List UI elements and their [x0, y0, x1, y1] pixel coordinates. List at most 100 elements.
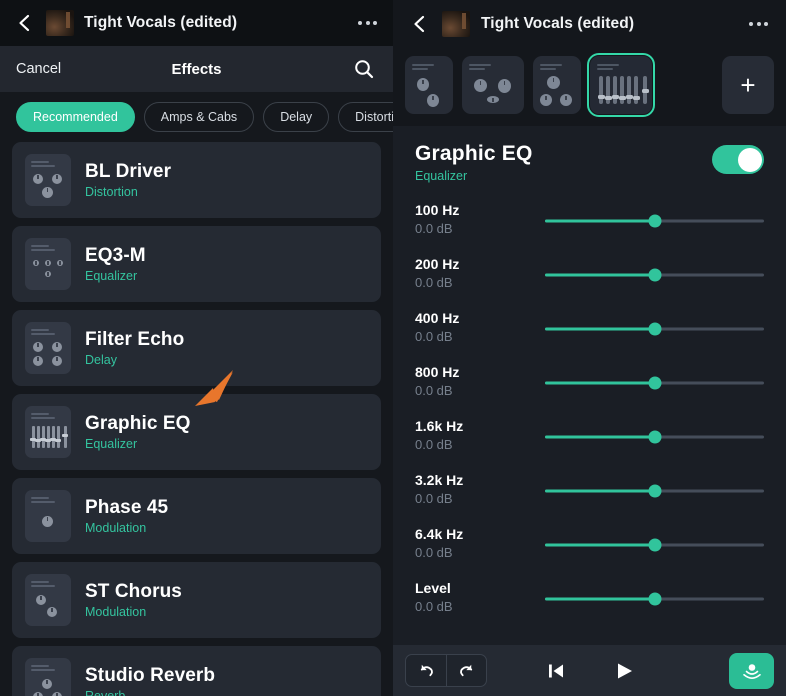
effect-header: Graphic EQ Equalizer	[415, 142, 764, 183]
add-effect-button[interactable]: +	[722, 56, 774, 114]
param-label: 3.2k Hz	[415, 472, 464, 488]
list-item[interactable]: BL Driver Distortion	[12, 142, 381, 218]
effect-category: Equalizer	[415, 169, 468, 183]
pedal-knobs-icon	[25, 154, 71, 206]
effect-name: ST Chorus	[85, 581, 182, 602]
left-panel: Tight Vocals (edited) Cancel Effects Rec…	[0, 0, 393, 696]
cancel-button[interactable]: Cancel	[16, 61, 61, 77]
list-item-graphic-eq[interactable]: Graphic EQ Equalizer	[12, 394, 381, 470]
undo-redo-group	[405, 654, 487, 687]
chip-recommended[interactable]: Recommended	[16, 102, 135, 132]
slider-fill	[545, 597, 655, 601]
slider-fill	[545, 381, 655, 385]
search-icon[interactable]	[351, 56, 377, 82]
effect-category: Modulation	[85, 521, 147, 535]
list-item[interactable]: Studio Reverb Reverb	[12, 646, 381, 696]
list-item[interactable]: ST Chorus Modulation	[12, 562, 381, 638]
plus-icon: +	[740, 70, 756, 100]
slider-thumb[interactable]	[648, 592, 661, 606]
param-row-400hz: 400 Hz 0.0 dB	[415, 309, 764, 363]
slider-thumb[interactable]	[648, 538, 661, 552]
effect-enable-toggle[interactable]	[712, 145, 764, 174]
pedal-knobs-icon	[25, 238, 71, 290]
chain-slot-graphic-eq[interactable]	[587, 53, 655, 117]
play-icon[interactable]	[613, 660, 635, 682]
param-slider[interactable]	[545, 363, 764, 403]
param-label: 1.6k Hz	[415, 418, 464, 434]
right-panel: Tight Vocals (edited) + Graphic EQ Equal…	[393, 0, 786, 696]
effect-list: BL Driver Distortion EQ3-M Equalizer Fil…	[0, 142, 393, 696]
pedal-knobs-icon	[25, 490, 71, 542]
param-slider[interactable]	[545, 255, 764, 295]
effect-name: Phase 45	[85, 497, 169, 518]
param-value: 0.0 dB	[415, 599, 453, 614]
slider-thumb[interactable]	[648, 376, 661, 390]
effect-chain-strip: +	[393, 48, 786, 126]
effect-category: Equalizer	[85, 269, 138, 283]
back-chevron-icon[interactable]	[409, 13, 431, 35]
effect-name: Graphic EQ	[85, 413, 191, 434]
slider-fill	[545, 327, 655, 331]
param-value: 0.0 dB	[415, 545, 453, 560]
param-row-6400hz: 6.4k Hz 0.0 dB	[415, 525, 764, 579]
effect-category: Modulation	[85, 605, 147, 619]
skip-to-start-icon[interactable]	[545, 660, 567, 682]
effect-category: Distortion	[85, 185, 138, 199]
param-row-100hz: 100 Hz 0.0 dB	[415, 201, 764, 255]
redo-icon[interactable]	[446, 655, 486, 686]
effect-category: Reverb	[85, 689, 126, 696]
page-title: Tight Vocals (edited)	[481, 15, 635, 32]
param-slider[interactable]	[545, 525, 764, 565]
back-chevron-icon[interactable]	[14, 12, 36, 34]
param-slider[interactable]	[545, 201, 764, 241]
list-item[interactable]: Phase 45 Modulation	[12, 478, 381, 554]
project-thumbnail	[442, 11, 470, 37]
param-value: 0.0 dB	[415, 383, 453, 398]
effect-name: Filter Echo	[85, 329, 185, 350]
param-value: 0.0 dB	[415, 275, 453, 290]
pedal-knobs-icon	[25, 322, 71, 374]
left-app-header: Tight Vocals (edited)	[0, 0, 393, 46]
param-row-3200hz: 3.2k Hz 0.0 dB	[415, 471, 764, 525]
param-label: 400 Hz	[415, 310, 460, 326]
slider-fill	[545, 543, 655, 547]
effect-name: BL Driver	[85, 161, 172, 182]
param-row-200hz: 200 Hz 0.0 dB	[415, 255, 764, 309]
effect-parameters-panel: Graphic EQ Equalizer 100 Hz 0.0 dB 200 H…	[393, 126, 786, 645]
effect-category: Equalizer	[85, 437, 138, 451]
chain-slot-3[interactable]	[533, 56, 581, 114]
right-app-header: Tight Vocals (edited)	[393, 0, 786, 48]
slider-thumb[interactable]	[648, 214, 661, 228]
overflow-menu-icon[interactable]	[356, 15, 379, 31]
slider-thumb[interactable]	[648, 430, 661, 444]
overflow-menu-icon[interactable]	[747, 16, 770, 32]
record-icon[interactable]	[729, 652, 774, 689]
param-slider[interactable]	[545, 309, 764, 349]
param-slider[interactable]	[545, 579, 764, 619]
chip-delay[interactable]: Delay	[263, 102, 330, 132]
list-item[interactable]: EQ3-M Equalizer	[12, 226, 381, 302]
slider-fill	[545, 219, 655, 223]
param-label: Level	[415, 580, 451, 596]
effects-toolbar: Cancel Effects	[0, 46, 393, 92]
slider-thumb[interactable]	[648, 484, 661, 498]
effect-name: Graphic EQ	[415, 142, 533, 165]
chip-distortion[interactable]: Distortion	[338, 102, 393, 132]
param-value: 0.0 dB	[415, 221, 453, 236]
param-label: 100 Hz	[415, 202, 460, 218]
param-row-800hz: 800 Hz 0.0 dB	[415, 363, 764, 417]
param-slider[interactable]	[545, 471, 764, 511]
param-label: 800 Hz	[415, 364, 460, 380]
list-item[interactable]: Filter Echo Delay	[12, 310, 381, 386]
undo-icon[interactable]	[406, 655, 446, 686]
chip-amps-cabs[interactable]: Amps & Cabs	[143, 102, 255, 132]
slider-thumb[interactable]	[648, 322, 661, 336]
slider-thumb[interactable]	[648, 268, 661, 282]
transport-bar	[393, 645, 786, 696]
toggle-knob	[737, 147, 762, 172]
param-value: 0.0 dB	[415, 329, 453, 344]
param-slider[interactable]	[545, 417, 764, 457]
chain-slot-1[interactable]	[405, 56, 453, 114]
param-value: 0.0 dB	[415, 491, 453, 506]
chain-slot-2[interactable]	[462, 56, 524, 114]
